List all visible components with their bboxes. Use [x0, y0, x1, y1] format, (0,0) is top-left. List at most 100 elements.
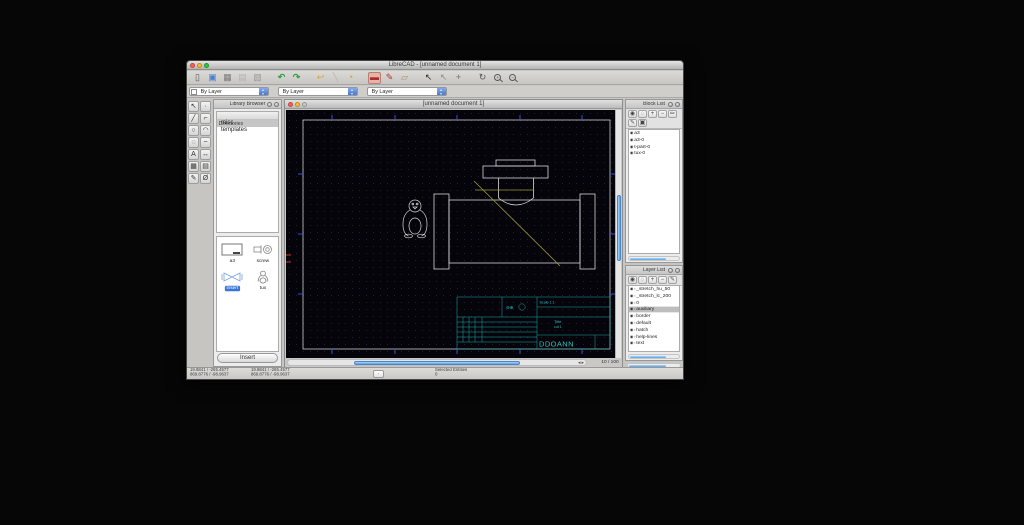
library-item-screw[interactable]: screw — [251, 242, 275, 265]
block-list-scrollbar[interactable] — [628, 256, 680, 261]
add-layer-button[interactable]: + — [648, 276, 657, 284]
panel-detach-button[interactable] — [267, 102, 272, 107]
layer-row[interactable]: ◉▪default — [629, 321, 679, 327]
notes-button[interactable]: ▱ — [398, 72, 411, 84]
library-browser-header[interactable]: Library Browser — [214, 100, 281, 109]
eye-icon[interactable]: ◉ — [630, 327, 634, 333]
eye-icon[interactable]: ◉ — [630, 334, 634, 340]
eye-icon[interactable]: ◉ — [630, 144, 634, 150]
back-button[interactable]: ↩ — [314, 72, 327, 84]
eye-icon[interactable]: ◉ — [630, 314, 634, 320]
lock-icon[interactable]: ▪ — [634, 293, 635, 299]
insert-block-button[interactable]: ▣ — [638, 119, 647, 127]
line-tool[interactable]: ╱ — [188, 113, 199, 124]
library-item-a3[interactable]: a3 — [220, 242, 244, 265]
hatch-tool[interactable]: ▦ — [188, 161, 199, 172]
remove-layer-button[interactable]: − — [658, 276, 667, 284]
hide-all-blocks-button[interactable]: ◌ — [638, 110, 647, 118]
stepper-icon[interactable]: ▴▾ — [348, 88, 357, 95]
layer-row[interactable]: ◉▪help-lines — [629, 334, 679, 340]
scrollbar-thumb[interactable] — [630, 356, 666, 359]
library-item-tux[interactable]: tux — [251, 269, 275, 292]
edit-pen-button[interactable]: ✎ — [383, 72, 396, 84]
drawing-window-titlebar[interactable]: [unnamed document 1] — [285, 100, 622, 109]
scrollbar-arrows-icon[interactable]: ◂▸ — [578, 360, 585, 366]
vertical-scrollbar-thumb[interactable] — [617, 195, 622, 261]
draw-arc-button[interactable]: ◔ — [344, 72, 357, 84]
eye-icon[interactable]: ◉ — [630, 321, 634, 327]
lock-icon[interactable]: ▪ — [634, 334, 635, 340]
current-pen-button[interactable]: ▬ — [368, 72, 381, 84]
lock-icon[interactable]: ▪ — [634, 314, 635, 320]
layer-row[interactable]: ◉▪text — [629, 341, 679, 347]
panel-close-button[interactable] — [274, 102, 279, 107]
block-row[interactable]: ◉a3 — [629, 131, 679, 137]
block-list-header[interactable]: Block List — [626, 100, 682, 109]
zoom-out-button[interactable]: − — [506, 72, 519, 84]
layer-list-header[interactable]: Layer List — [626, 266, 682, 275]
arc-tool[interactable]: ◠ — [200, 125, 211, 136]
lock-icon[interactable]: ▪ — [634, 307, 635, 313]
pan-button[interactable]: + — [452, 72, 465, 84]
layer-row[interactable]: ◉▪border — [629, 314, 679, 320]
panel-close-button[interactable] — [675, 268, 680, 273]
hide-all-layers-button[interactable]: ◌ — [638, 276, 647, 284]
block-row[interactable]: ◉a3-0 — [629, 137, 679, 143]
grid-status-button[interactable]: ∙ — [373, 370, 384, 378]
print-button[interactable]: ▤ — [236, 72, 249, 84]
layer-row[interactable]: ◉▪_stretch_lc_200 — [629, 293, 679, 299]
image-tool[interactable]: ▤ — [200, 161, 211, 172]
show-all-blocks-button[interactable]: ◉ — [628, 110, 637, 118]
edit-layer-button[interactable]: ✎ — [668, 276, 677, 284]
lock-icon[interactable]: ▪ — [634, 341, 635, 347]
directory-item-templates[interactable]: templates — [217, 127, 278, 134]
pen-width-select[interactable]: By Layer ▴▾ — [278, 87, 358, 96]
eye-icon[interactable]: ◉ — [630, 300, 634, 306]
drawing-canvas[interactable]: ⊖⊕ Scale 1:1 Title cut 1 DDOANN — [286, 110, 617, 358]
zoom-in-button[interactable]: + — [491, 72, 504, 84]
text-tool[interactable]: A — [188, 149, 199, 160]
polyline-tool[interactable]: ⌐ — [200, 113, 211, 124]
modify-tool[interactable]: ✎ — [188, 173, 199, 184]
pen-linetype-select[interactable]: By Layer ▴▾ — [367, 87, 447, 96]
open-file-button[interactable]: ▣ — [206, 72, 219, 84]
insert-button[interactable]: Insert — [217, 353, 278, 363]
layer-list-scrollbar[interactable] — [628, 354, 680, 359]
horizontal-scrollbar[interactable]: ◂▸ — [287, 359, 587, 366]
measure-tool[interactable]: Ø — [200, 173, 211, 184]
select-window-button[interactable]: ↖ — [437, 72, 450, 84]
new-document-button[interactable]: ▯ — [191, 72, 204, 84]
eye-icon[interactable]: ◉ — [630, 151, 634, 157]
lock-icon[interactable]: ▪ — [634, 287, 635, 293]
layer-row-selected[interactable]: ◉▪auxiliary — [629, 307, 679, 313]
panel-detach-button[interactable] — [668, 102, 673, 107]
add-block-button[interactable]: + — [648, 110, 657, 118]
vertical-scrollbar[interactable] — [615, 110, 621, 358]
stepper-icon[interactable]: ▴▾ — [437, 88, 446, 95]
eye-icon[interactable]: ◉ — [630, 307, 634, 313]
block-row[interactable]: ◉tux-0 — [629, 151, 679, 157]
scrollbar-thumb[interactable] — [630, 258, 666, 261]
save-button[interactable]: ▦ — [221, 72, 234, 84]
stepper-icon[interactable]: ▴▾ — [259, 88, 268, 95]
ellipse-tool[interactable]: ◌ — [188, 137, 199, 148]
dimension-tool[interactable]: ↔ — [200, 149, 211, 160]
point-tool[interactable]: ∙ — [200, 101, 211, 112]
library-item-insert[interactable]: insert — [220, 269, 244, 292]
block-row[interactable]: ◉t-part-0 — [629, 144, 679, 150]
window-titlebar[interactable]: LibreCAD - [unnamed document 1] — [187, 61, 683, 70]
zoom-redraw-button[interactable]: ↻ — [476, 72, 489, 84]
eye-icon[interactable]: ◉ — [630, 137, 634, 143]
show-all-layers-button[interactable]: ◉ — [628, 276, 637, 284]
eye-icon[interactable]: ◉ — [630, 287, 634, 293]
lock-icon[interactable]: ▪ — [634, 300, 635, 306]
select-button[interactable]: ↖ — [422, 72, 435, 84]
spline-tool[interactable]: ~ — [200, 137, 211, 148]
layer-row[interactable]: ◉▪_stretch_hu_50 — [629, 287, 679, 293]
circle-tool[interactable]: ○ — [188, 125, 199, 136]
lock-icon[interactable]: ▪ — [634, 321, 635, 327]
edit-block-button[interactable]: ✎ — [628, 119, 637, 127]
layer-row[interactable]: ◉▪0 — [629, 300, 679, 306]
lock-icon[interactable]: ▪ — [634, 327, 635, 333]
select-tool[interactable]: ↖ — [188, 101, 199, 112]
